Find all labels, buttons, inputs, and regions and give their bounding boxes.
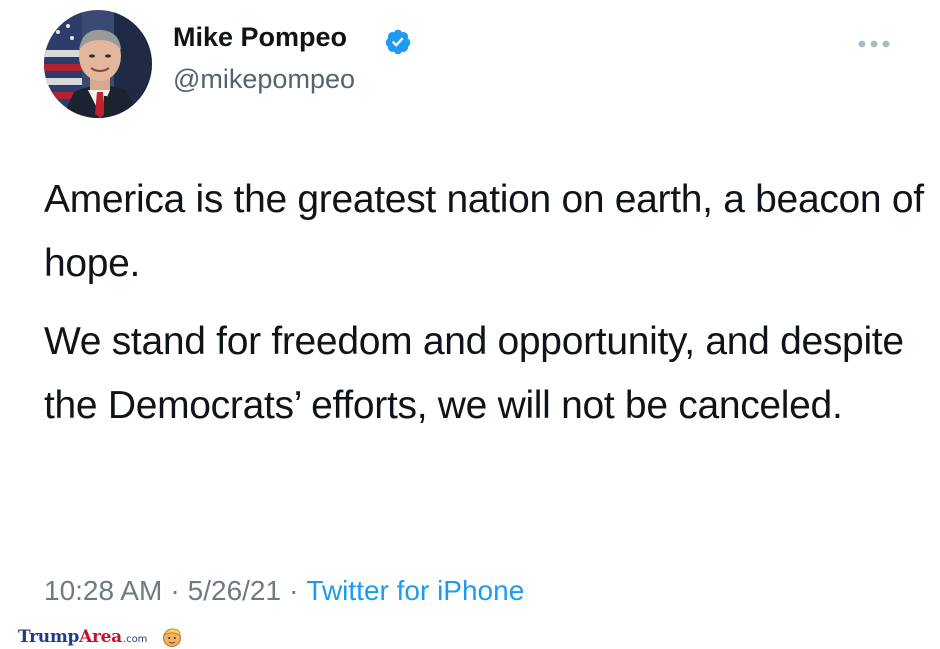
user-handle[interactable]: @mikepompeo [173, 66, 355, 93]
avatar-image [44, 10, 152, 118]
separator: · [289, 575, 299, 606]
tweet-card: Mike Pompeo @mikepompeo America is the g… [0, 0, 940, 649]
tweet-text: America is the greatest nation on earth,… [44, 168, 924, 438]
tweet-source-link[interactable]: Twitter for iPhone [306, 575, 524, 606]
watermark: Trump Area .com [18, 626, 183, 648]
trump-face-icon [163, 628, 182, 647]
more-options-icon[interactable] [856, 36, 892, 52]
watermark-part1: Trump [18, 627, 80, 647]
tweet-paragraph: We stand for freedom and opportunity, an… [44, 320, 904, 427]
verified-badge-icon [385, 29, 411, 55]
separator: · [170, 575, 180, 606]
tweet-date[interactable]: 5/26/21 [188, 575, 281, 606]
tweet-paragraph: America is the greatest nation on earth,… [44, 178, 924, 285]
watermark-part3: .com [122, 633, 148, 645]
tweet-time[interactable]: 10:28 AM [44, 575, 162, 606]
avatar[interactable] [44, 10, 152, 118]
watermark-part2: Area [79, 627, 122, 647]
display-name[interactable]: Mike Pompeo [173, 24, 347, 51]
tweet-metadata: 10:28 AM · 5/26/21 · Twitter for iPhone [44, 577, 524, 605]
